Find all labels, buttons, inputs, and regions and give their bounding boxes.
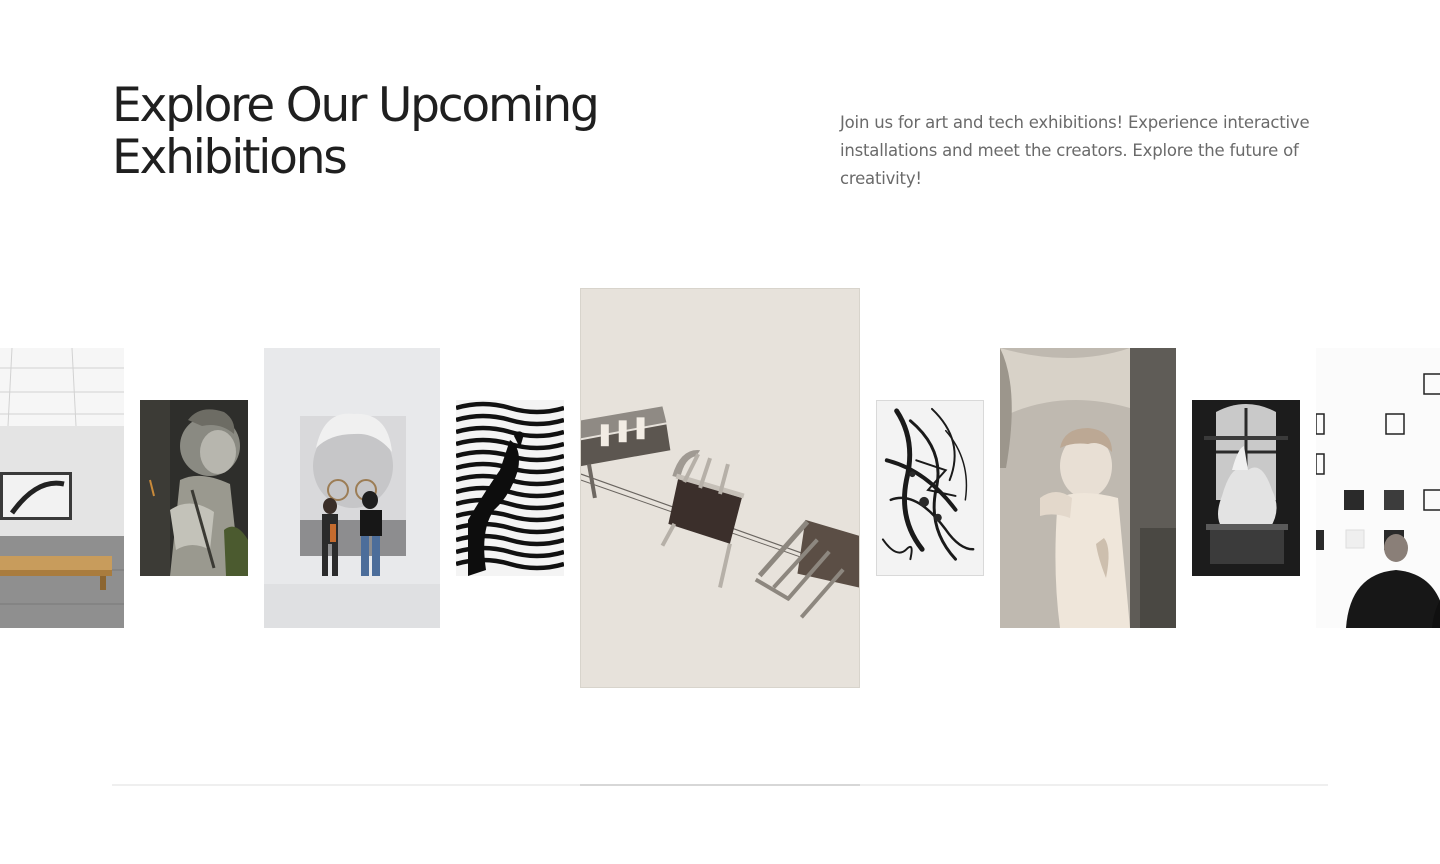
exhibition-card-floating-chairs[interactable]: [580, 288, 860, 688]
ink-strokes-image: [877, 401, 983, 575]
david-statue-image: [1000, 348, 1176, 628]
exhibition-card-visitors-portrait[interactable]: [264, 348, 440, 628]
exhibition-card-ink-strokes[interactable]: [876, 400, 984, 576]
exhibition-card-frames-wall[interactable]: [1316, 348, 1440, 628]
frames-wall-image: [1316, 348, 1440, 628]
exhibition-card-window-sculpture[interactable]: [1192, 400, 1300, 576]
gallery-room-image: [0, 348, 124, 628]
stone-statue-image: [140, 400, 248, 576]
exhibition-carousel[interactable]: [0, 280, 1440, 700]
section-description: Join us for art and tech exhibitions! Ex…: [840, 113, 1310, 188]
section-title-line-1: Explore Our Upcoming: [112, 78, 600, 133]
wavy-figure-image: [456, 400, 564, 576]
visitors-portrait-image: [264, 348, 440, 628]
exhibition-card-stone-statue[interactable]: [140, 400, 248, 576]
exhibitions-section: Explore Our Upcoming Exhibitions Join us …: [0, 0, 1440, 864]
exhibition-card-gallery-room[interactable]: [0, 348, 124, 628]
exhibition-card-david-statue[interactable]: [1000, 348, 1176, 628]
section-title-line-2: Exhibitions: [112, 130, 348, 185]
carousel-progress-bar[interactable]: [112, 784, 1328, 786]
exhibition-card-wavy-figure[interactable]: [456, 400, 564, 576]
floating-chairs-image: [581, 289, 859, 687]
carousel-progress-indicator: [580, 784, 860, 786]
window-sculpture-image: [1192, 400, 1300, 576]
section-title: Explore Our Upcoming Exhibitions: [112, 80, 732, 184]
